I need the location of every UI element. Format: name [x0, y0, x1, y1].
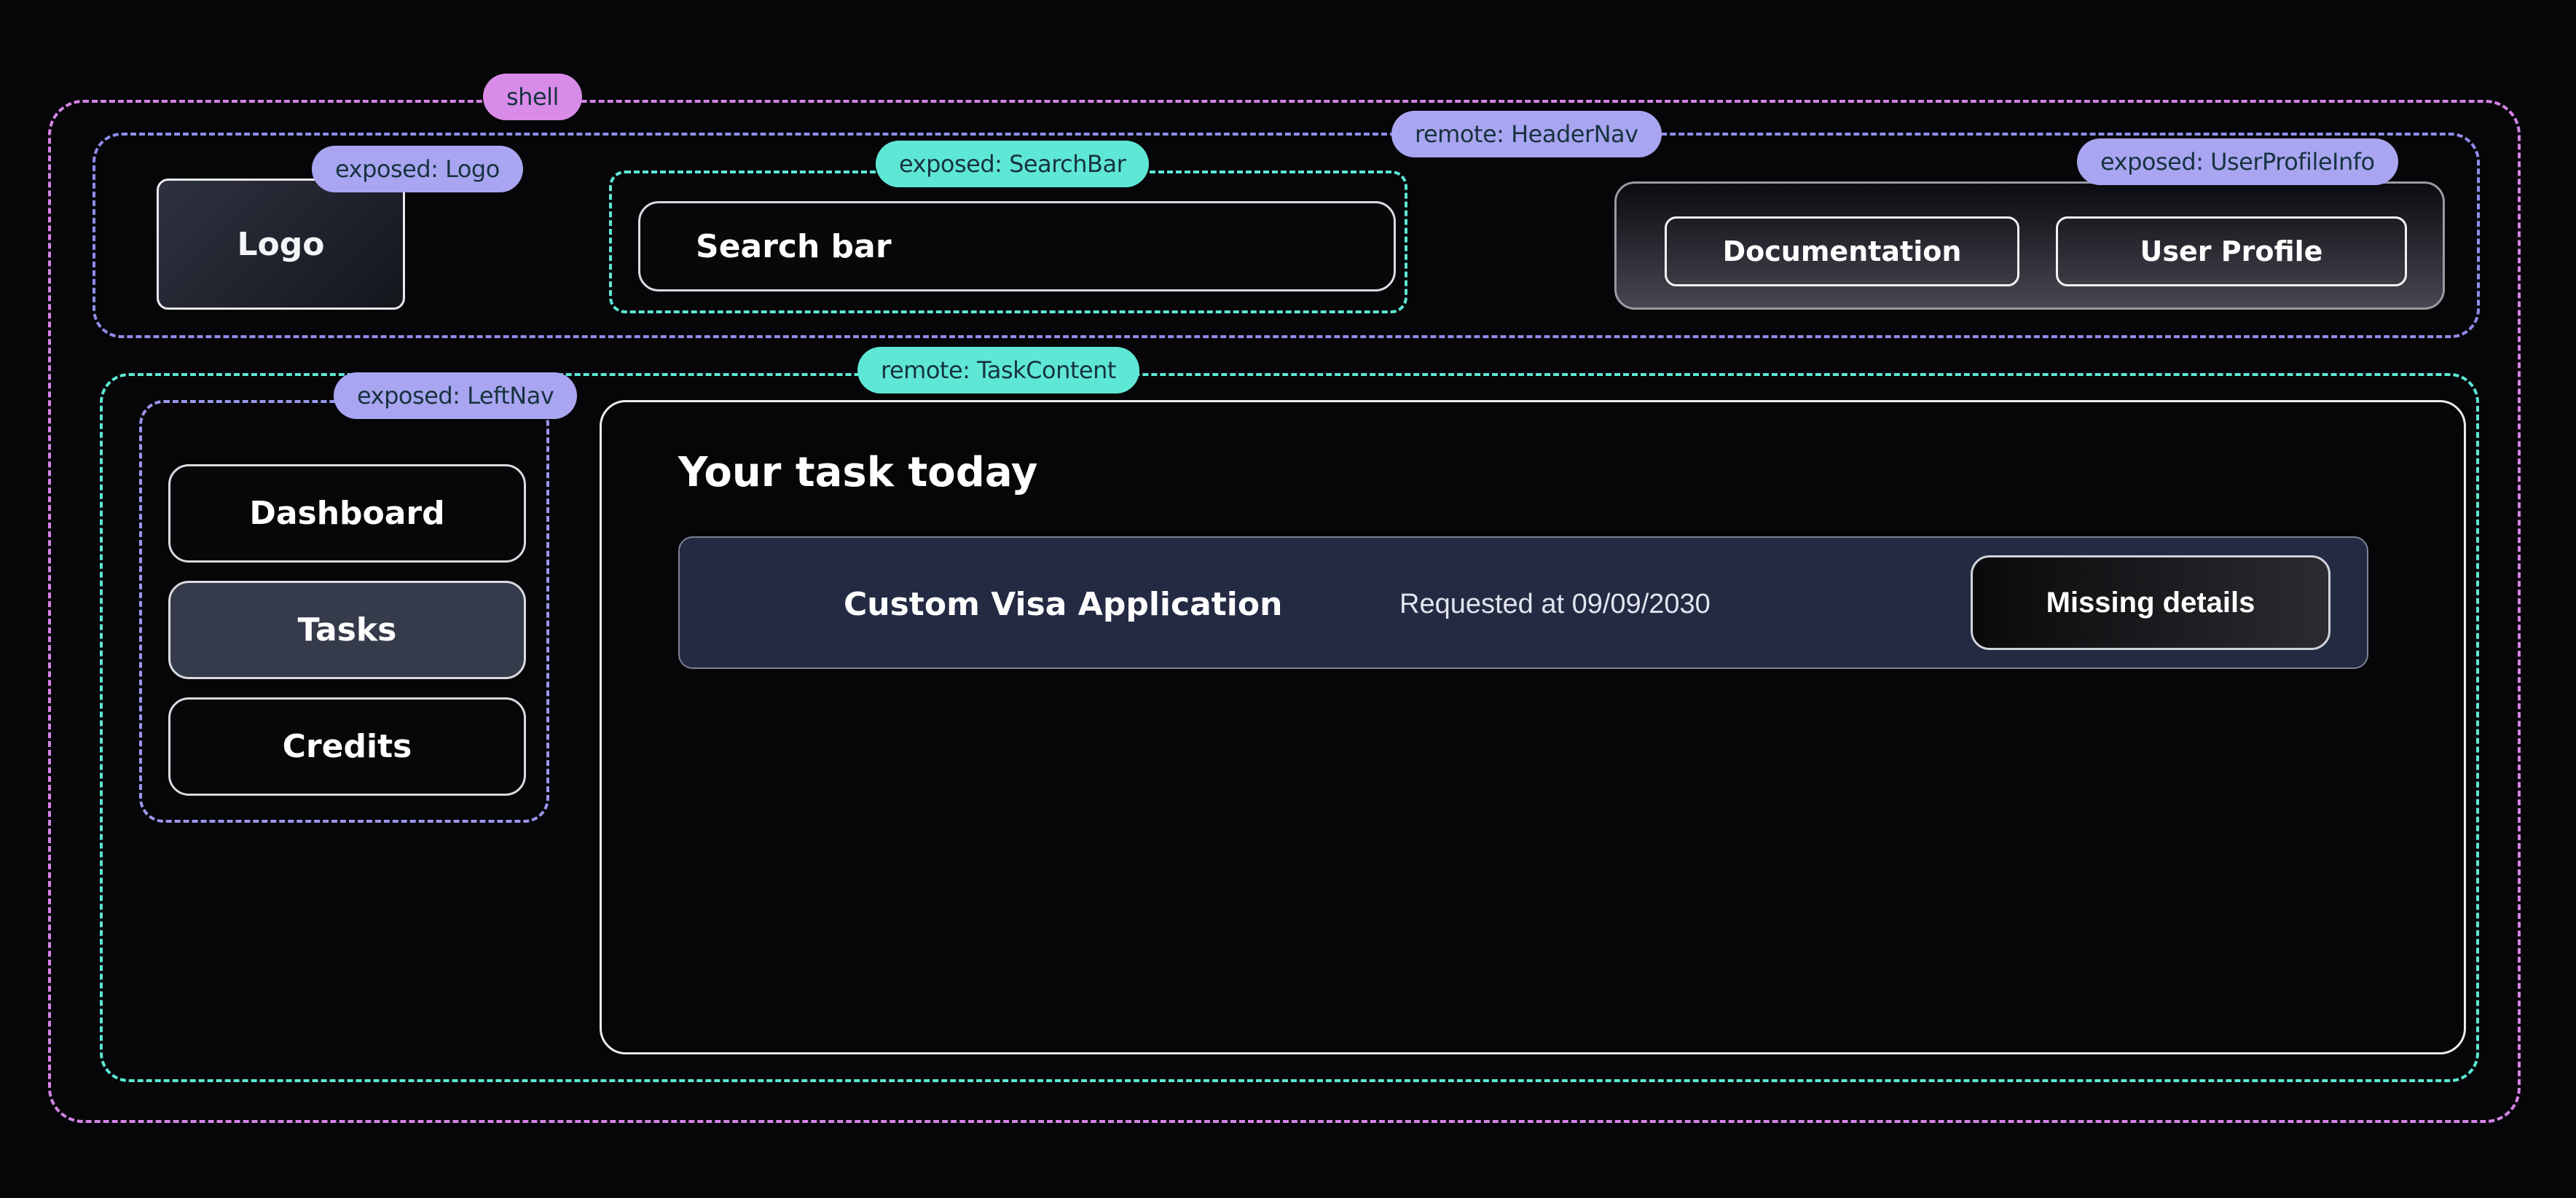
task-title: Custom Visa Application	[844, 538, 1282, 670]
shell-container: Logo Search bar Documentation User Profi…	[48, 100, 2521, 1123]
exposed-logo-badge: exposed: Logo	[312, 146, 523, 192]
sidebar-item-label: Tasks	[298, 611, 397, 649]
logo-label: Logo	[237, 226, 325, 263]
missing-details-button[interactable]: Missing details	[1971, 555, 2330, 650]
user-profile-panel: Documentation User Profile	[1614, 181, 2445, 310]
exposed-leftnav-badge: exposed: LeftNav	[334, 372, 577, 419]
page-title: Your task today	[678, 449, 1037, 496]
remote-taskcontent-badge: remote: TaskContent	[857, 347, 1139, 394]
content-panel: Your task today Custom Visa Application …	[600, 400, 2466, 1054]
searchbar-module-outline: Search bar	[609, 171, 1407, 313]
remote-headernav-badge: remote: HeaderNav	[1391, 111, 1662, 157]
documentation-button-label: Documentation	[1723, 235, 1962, 267]
exposed-userprofileinfo-badge: exposed: UserProfileInfo	[2077, 138, 2398, 185]
shell-badge: shell	[483, 74, 582, 120]
user-profile-button-label: User Profile	[2140, 235, 2323, 267]
microfrontend-diagram: Logo Search bar Documentation User Profi…	[0, 0, 2576, 1198]
user-profile-button[interactable]: User Profile	[2056, 216, 2407, 286]
task-row[interactable]: Custom Visa Application Requested at 09/…	[678, 536, 2368, 669]
sidebar-item-dashboard[interactable]: Dashboard	[168, 464, 526, 563]
search-input[interactable]: Search bar	[638, 201, 1396, 291]
sidebar-item-label: Credits	[283, 728, 412, 765]
sidebar-item-label: Dashboard	[249, 495, 444, 532]
documentation-button[interactable]: Documentation	[1665, 216, 2019, 286]
task-requested-date: Requested at 09/09/2030	[1399, 538, 1711, 670]
missing-details-button-label: Missing details	[2046, 587, 2255, 619]
sidebar-item-tasks[interactable]: Tasks	[168, 581, 526, 679]
search-input-label: Search bar	[696, 228, 892, 265]
task-content-container: Dashboard Tasks Credits Your task today …	[100, 373, 2479, 1082]
left-nav-container: Dashboard Tasks Credits	[139, 400, 549, 823]
exposed-searchbar-badge: exposed: SearchBar	[876, 141, 1149, 187]
sidebar-item-credits[interactable]: Credits	[168, 697, 526, 796]
logo-box[interactable]: Logo	[157, 179, 405, 310]
